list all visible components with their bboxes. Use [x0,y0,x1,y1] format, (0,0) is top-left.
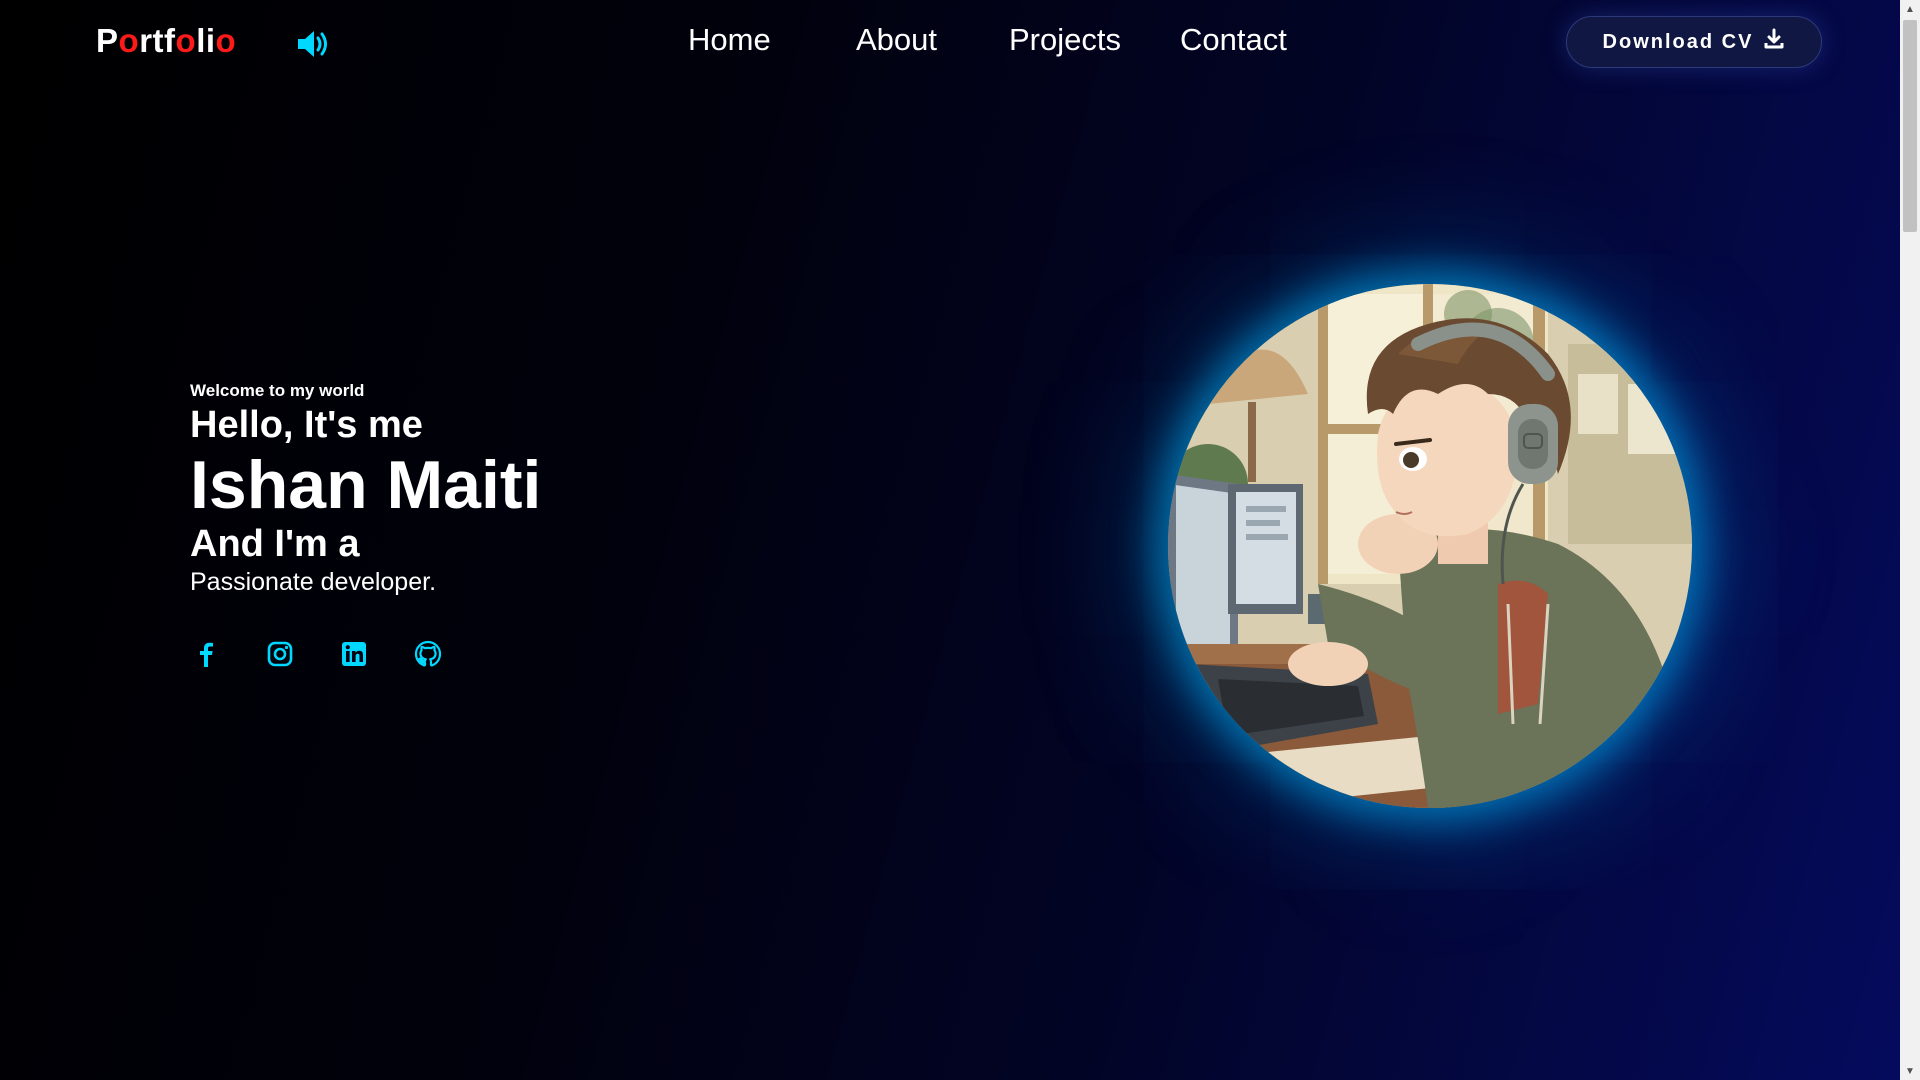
name-heading: Ishan Maiti [190,447,542,523]
linkedin-icon[interactable] [338,633,370,675]
nav-link-home[interactable]: Home [688,22,771,58]
logo-letter: o [215,22,237,59]
portfolio-page: Portfolio Home About Projects Contact Do… [0,0,1920,1080]
download-cv-label: Download CV [1602,30,1754,53]
nav-link-about[interactable]: About [856,22,937,58]
profile-illustration [1168,284,1692,808]
vertical-scrollbar[interactable]: ▲ ▼ [1900,0,1920,1080]
intro-text: And I'm a [190,523,360,565]
social-links [190,633,444,675]
logo-letter: P [96,22,119,59]
nav-link-contact[interactable]: Contact [1180,22,1287,58]
nav-link-projects[interactable]: Projects [1009,22,1121,58]
role-text: Passionate developer. [190,568,437,596]
logo-letter: i [205,22,216,59]
scroll-up-arrow-icon[interactable]: ▲ [1900,0,1920,18]
logo-letter: r [139,22,153,59]
logo-letter: l [196,22,206,59]
logo-letter: f [164,22,176,59]
logo-letter: o [118,22,140,59]
hero-text: Welcome to my world Hello, It's me Ishan… [190,380,541,598]
scrollbar-thumb[interactable] [1903,20,1917,232]
facebook-icon[interactable] [190,633,222,675]
volume-high-icon[interactable] [296,29,332,59]
logo-letter: o [175,22,197,59]
instagram-icon[interactable] [264,633,296,675]
scroll-down-arrow-icon[interactable]: ▼ [1900,1062,1920,1080]
logo[interactable]: Portfolio [96,22,236,60]
download-cv-button[interactable]: Download CV [1566,16,1822,68]
greeting-text: Hello, It's me [190,404,423,446]
download-icon [1763,28,1785,56]
welcome-text: Welcome to my world [190,381,365,400]
logo-letter: t [152,22,165,59]
github-icon[interactable] [412,633,444,675]
